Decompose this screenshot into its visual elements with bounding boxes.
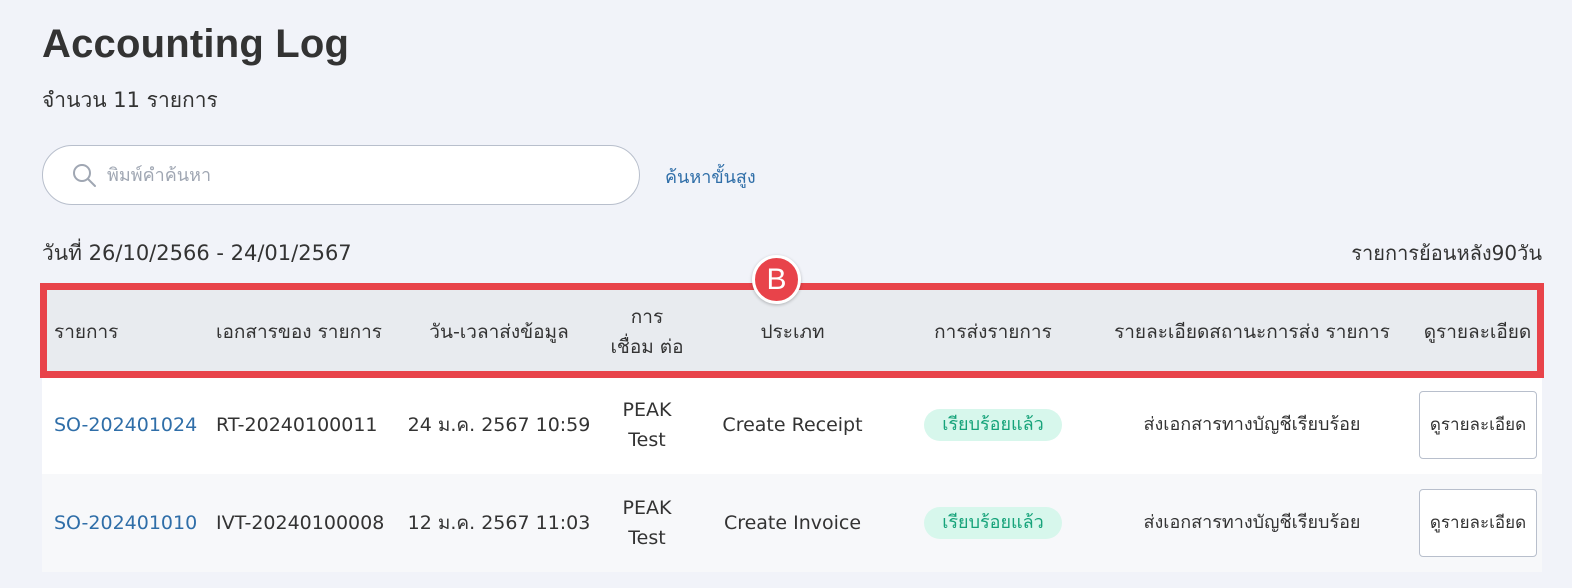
status-badge: เรียบร้อยแล้ว	[924, 507, 1062, 539]
search-icon	[71, 162, 97, 188]
header-view-detail: ดูรายละเอียด	[1423, 321, 1532, 343]
header-document[interactable]: เอกสารของ รายการ	[204, 317, 394, 347]
header-order[interactable]: รายการ	[42, 317, 204, 347]
header-status-detail[interactable]: รายละเอียดสถานะการส่ง รายการ	[1091, 317, 1413, 347]
status-badge: เรียบร้อยแล้ว	[924, 409, 1062, 441]
view-detail-button[interactable]: ดูรายละเอียด	[1419, 489, 1537, 557]
status-detail: ส่งเอกสารทางบัญชีเรียบร้อย	[1143, 512, 1361, 533]
document-number: RT-20240100011	[216, 414, 378, 436]
annotation-marker: B	[752, 255, 801, 304]
document-number: IVT-20240100008	[216, 512, 385, 534]
view-detail-button[interactable]: ดูรายละเอียด	[1419, 391, 1537, 459]
connection-name: PEAK Test	[622, 497, 672, 549]
table-row: SO-202401024 RT-20240100011 24 ม.ค. 2567…	[42, 376, 1542, 474]
log-type: Create Receipt	[722, 414, 863, 436]
status-cell: เรียบร้อยแล้ว	[895, 507, 1091, 539]
action-cell: ดูรายละเอียด	[1413, 489, 1542, 557]
order-link[interactable]: SO-202401024	[42, 410, 204, 440]
search-input[interactable]	[107, 164, 587, 186]
header-send-status[interactable]: การส่งรายการ	[895, 317, 1091, 347]
log-type: Create Invoice	[723, 512, 862, 534]
advanced-search-link[interactable]: ค้นหาขั้นสูง	[665, 162, 756, 191]
send-datetime: 12 ม.ค. 2567 11:03	[407, 512, 591, 534]
send-datetime: 24 ม.ค. 2567 10:59	[407, 414, 591, 436]
accounting-log-table: รายการ เอกสารของ รายการ วัน-เวลาส่งข้อมู…	[42, 288, 1542, 572]
search-box[interactable]	[42, 145, 640, 205]
status-cell: เรียบร้อยแล้ว	[895, 409, 1091, 441]
date-range: วันที่ 26/10/2566 - 24/01/2567	[42, 241, 352, 265]
table-row: SO-202401010 IVT-20240100008 12 ม.ค. 256…	[42, 474, 1542, 572]
connection-name: PEAK Test	[622, 399, 672, 451]
action-cell: ดูรายละเอียด	[1413, 391, 1542, 459]
header-connection[interactable]: การเชื่อม ต่อ	[604, 302, 690, 362]
lookback-period: รายการย้อนหลัง90วัน	[1351, 241, 1542, 265]
table-header: รายการ เอกสารของ รายการ วัน-เวลาส่งข้อมู…	[42, 288, 1542, 376]
header-datetime[interactable]: วัน-เวลาส่งข้อมูล	[394, 317, 604, 347]
page-title: Accounting Log	[42, 22, 350, 66]
order-link[interactable]: SO-202401010	[42, 508, 204, 538]
status-detail: ส่งเอกสารทางบัญชีเรียบร้อย	[1143, 414, 1361, 435]
record-count: จำนวน 11 รายการ	[42, 88, 218, 112]
header-type[interactable]: ประเภท	[690, 317, 895, 347]
